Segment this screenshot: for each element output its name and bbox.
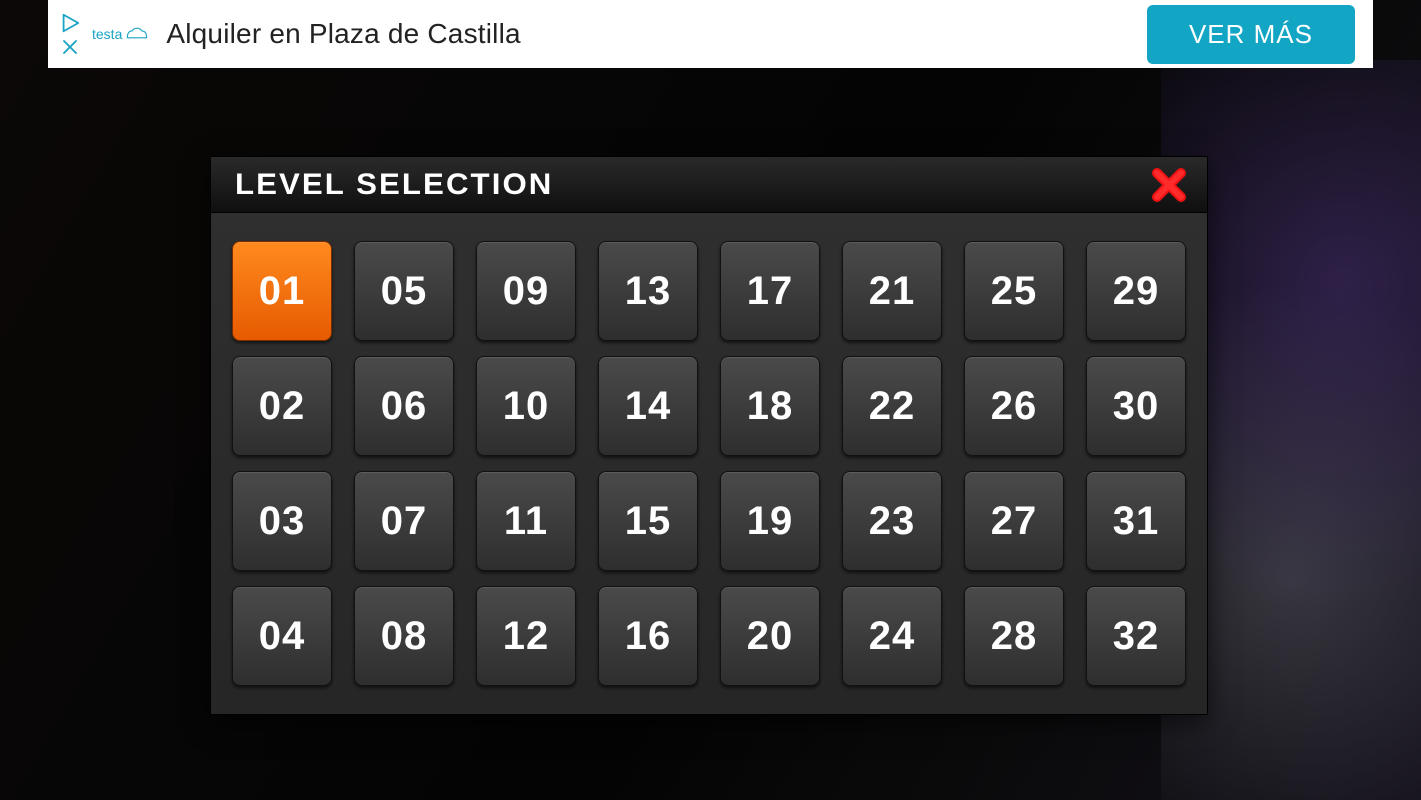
level-button-19[interactable]: 19 [720,471,820,571]
level-button-label: 04 [259,614,306,659]
level-button-11[interactable]: 11 [476,471,576,571]
level-button-13[interactable]: 13 [598,241,698,341]
level-button-label: 07 [381,499,428,544]
level-button-label: 06 [381,384,428,429]
ad-brand: testa [92,26,148,43]
level-button-08[interactable]: 08 [354,586,454,686]
level-button-label: 05 [381,269,428,314]
level-button-03[interactable]: 03 [232,471,332,571]
level-button-22[interactable]: 22 [842,356,942,456]
level-button-29[interactable]: 29 [1086,241,1186,341]
level-button-label: 12 [503,614,550,659]
level-selection-panel: LEVEL SELECTION 01 05 09 13 17 21 25 29 02 06 10 14… [210,156,1208,715]
level-button-label: 28 [991,614,1038,659]
ad-banner: testa Alquiler en Plaza de Castilla VER … [48,0,1373,68]
level-button-07[interactable]: 07 [354,471,454,571]
level-button-label: 23 [869,499,916,544]
level-button-label: 26 [991,384,1038,429]
level-button-17[interactable]: 17 [720,241,820,341]
level-button-28[interactable]: 28 [964,586,1064,686]
house-icon [126,26,148,43]
adchoices-icon[interactable] [59,12,81,34]
ad-cta-button[interactable]: VER MÁS [1147,5,1355,64]
level-button-label: 29 [1113,269,1160,314]
panel-header: LEVEL SELECTION [211,157,1207,213]
level-button-label: 03 [259,499,306,544]
level-button-label: 18 [747,384,794,429]
level-button-label: 21 [869,269,916,314]
level-button-label: 27 [991,499,1038,544]
level-button-label: 24 [869,614,916,659]
level-button-label: 14 [625,384,672,429]
level-button-10[interactable]: 10 [476,356,576,456]
level-button-01[interactable]: 01 [232,241,332,341]
level-button-05[interactable]: 05 [354,241,454,341]
level-button-label: 22 [869,384,916,429]
level-button-label: 01 [259,269,306,314]
level-button-label: 20 [747,614,794,659]
level-button-label: 32 [1113,614,1160,659]
level-button-label: 17 [747,269,794,314]
level-button-23[interactable]: 23 [842,471,942,571]
ad-close-icon[interactable] [61,38,79,56]
level-button-label: 16 [625,614,672,659]
level-button-24[interactable]: 24 [842,586,942,686]
level-button-15[interactable]: 15 [598,471,698,571]
level-button-label: 10 [503,384,550,429]
ad-headline[interactable]: Alquiler en Plaza de Castilla [166,18,1147,50]
level-button-16[interactable]: 16 [598,586,698,686]
level-button-label: 02 [259,384,306,429]
level-button-30[interactable]: 30 [1086,356,1186,456]
panel-title: LEVEL SELECTION [235,168,553,202]
level-button-21[interactable]: 21 [842,241,942,341]
close-icon [1149,165,1189,205]
level-button-14[interactable]: 14 [598,356,698,456]
level-button-label: 25 [991,269,1038,314]
level-button-label: 19 [747,499,794,544]
level-button-32[interactable]: 32 [1086,586,1186,686]
level-button-label: 31 [1113,499,1160,544]
level-button-label: 15 [625,499,672,544]
level-button-26[interactable]: 26 [964,356,1064,456]
level-button-label: 09 [503,269,550,314]
level-button-20[interactable]: 20 [720,586,820,686]
level-button-09[interactable]: 09 [476,241,576,341]
level-button-06[interactable]: 06 [354,356,454,456]
level-button-label: 08 [381,614,428,659]
level-button-12[interactable]: 12 [476,586,576,686]
level-button-label: 30 [1113,384,1160,429]
level-button-18[interactable]: 18 [720,356,820,456]
ad-brand-text: testa [92,26,122,42]
level-button-25[interactable]: 25 [964,241,1064,341]
level-button-27[interactable]: 27 [964,471,1064,571]
level-button-02[interactable]: 02 [232,356,332,456]
level-button-label: 11 [504,499,548,544]
level-button-04[interactable]: 04 [232,586,332,686]
level-grid: 01 05 09 13 17 21 25 29 02 06 10 14 18 22 26 30 03 07 11 15… [211,213,1207,714]
level-button-label: 13 [625,269,672,314]
ad-adchoices-controls [48,12,88,56]
close-button[interactable] [1149,165,1189,205]
level-button-31[interactable]: 31 [1086,471,1186,571]
